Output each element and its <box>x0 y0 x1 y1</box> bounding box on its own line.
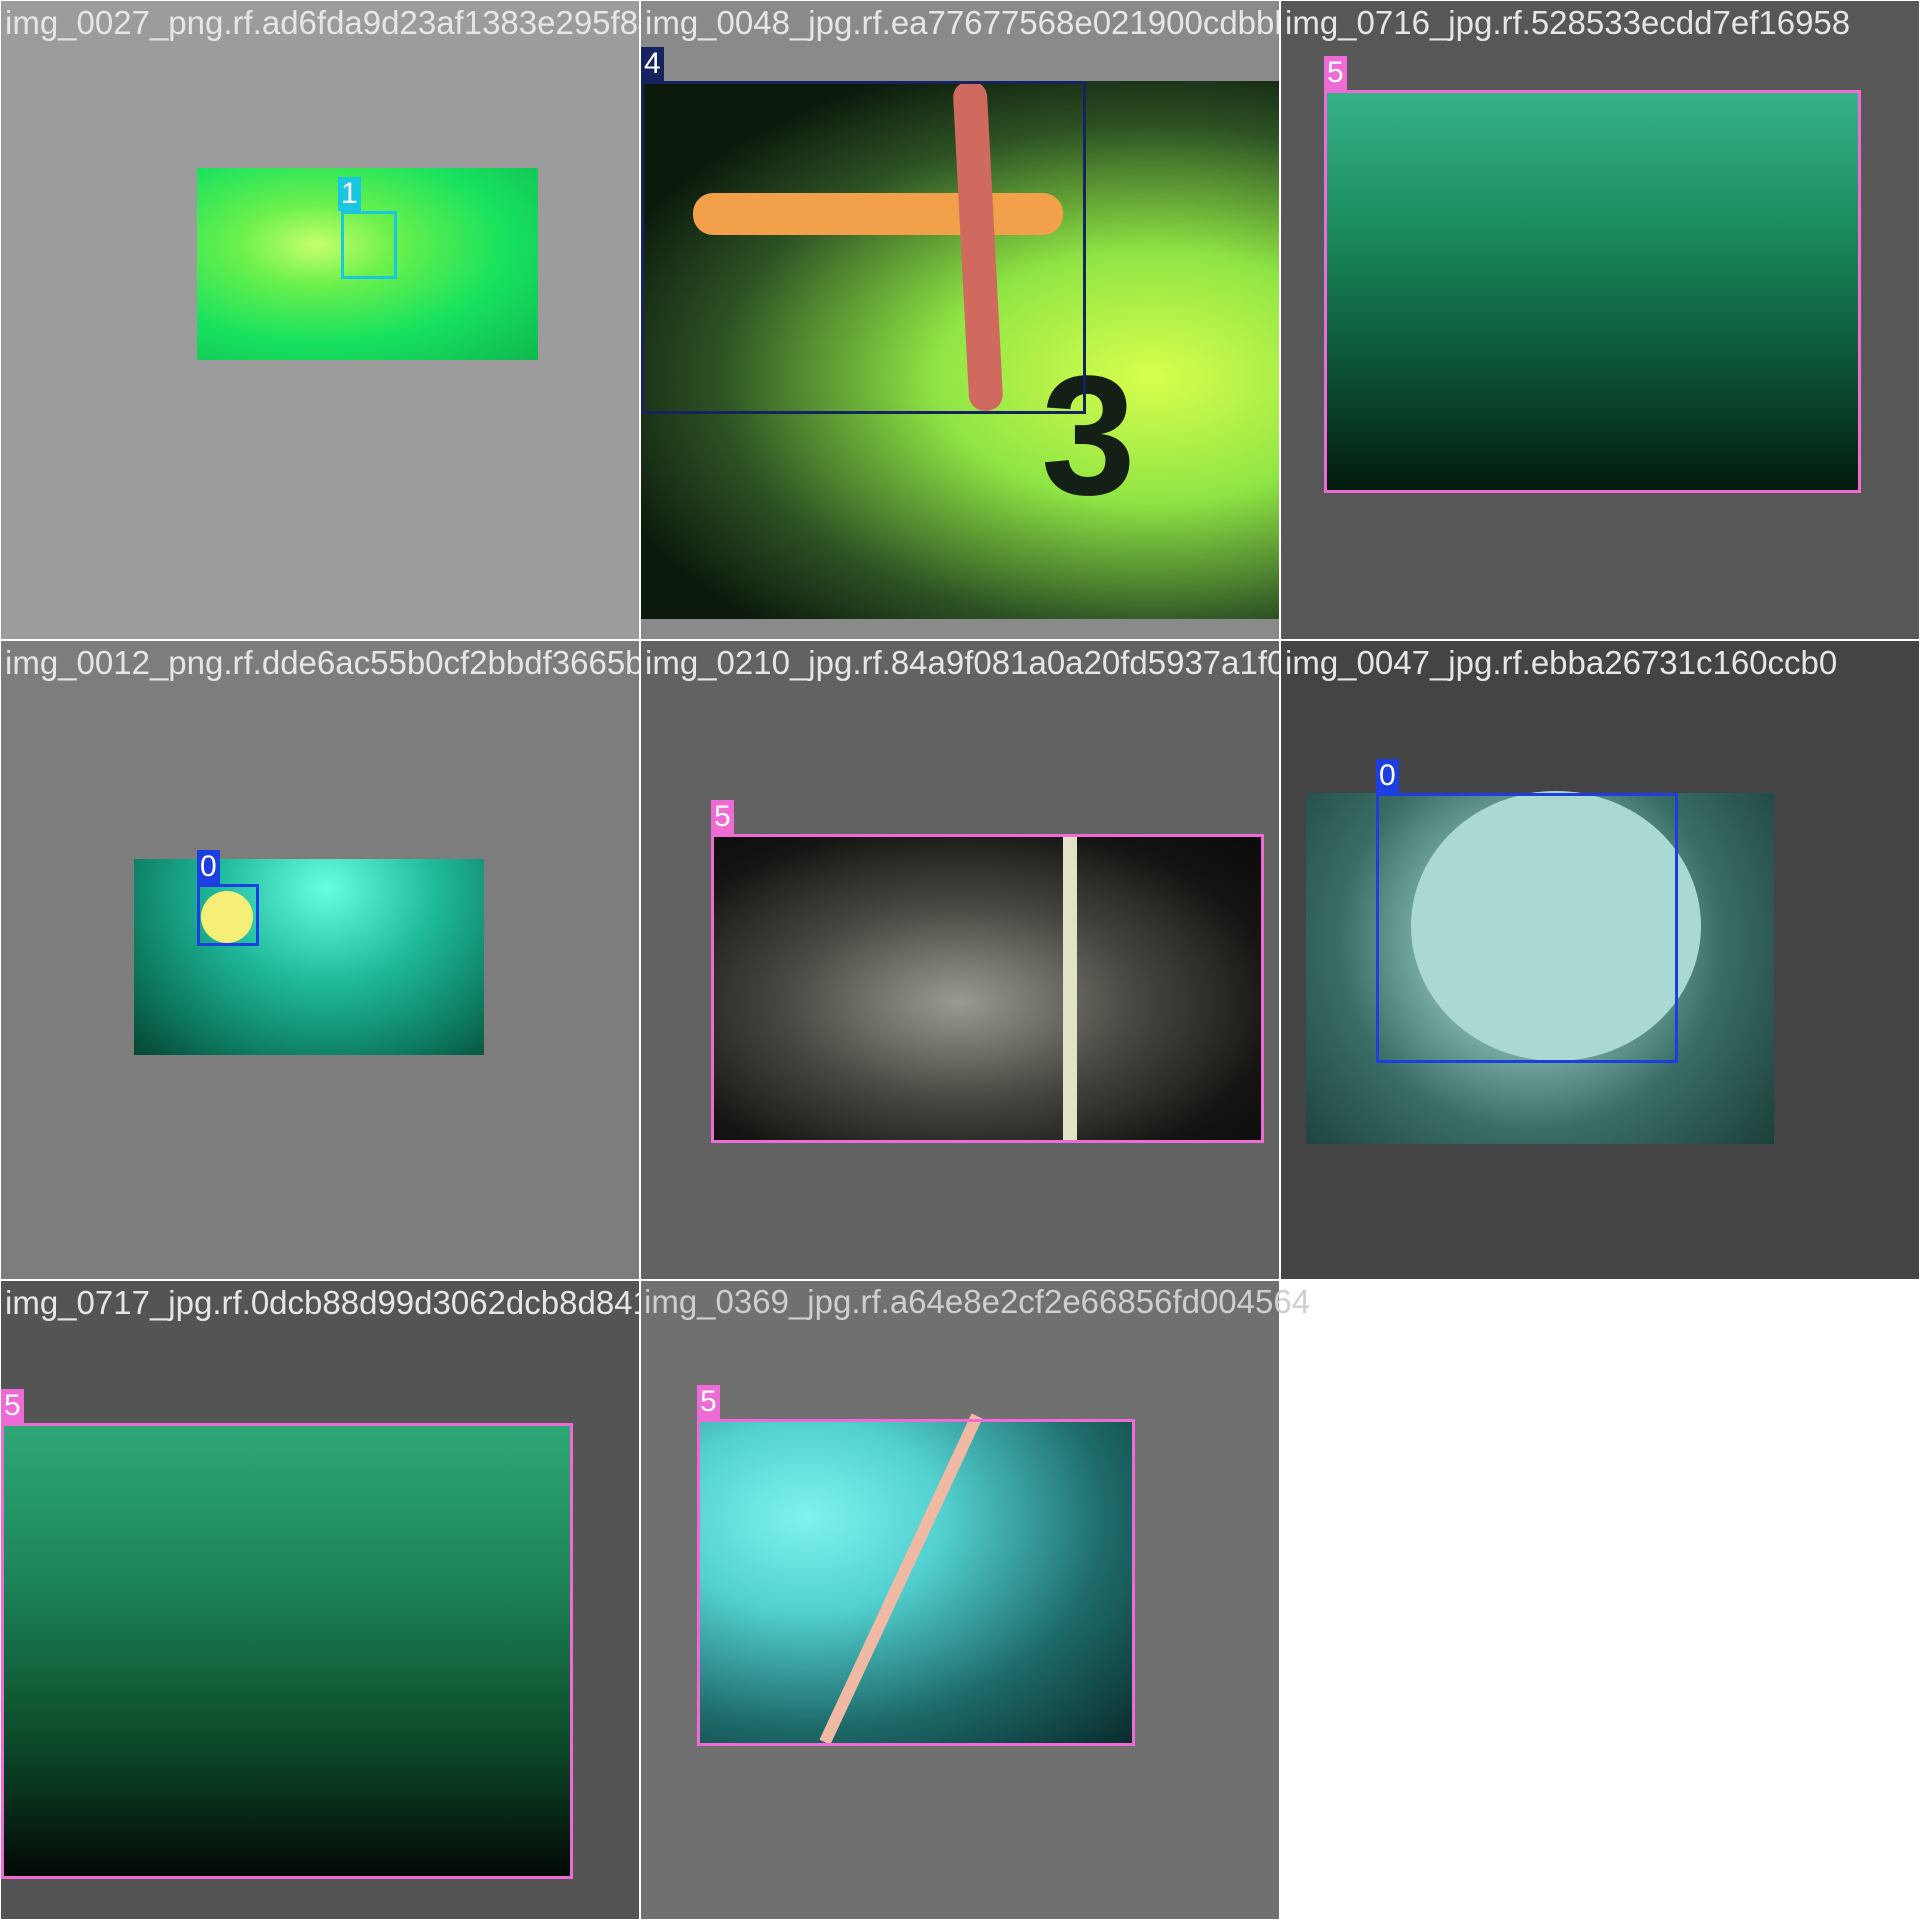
mosaic-tile-2: 3 4 img_0048_jpg.rf.ea77677568e021900cdb… <box>640 0 1280 640</box>
class-label: 5 <box>711 800 734 834</box>
sample-image <box>134 859 484 1055</box>
bounding-box <box>1324 90 1861 493</box>
bounding-box <box>197 884 259 946</box>
bounding-box <box>341 211 397 279</box>
image-filename: img_0369_jpg.rf.a64e8e2cf2e66856fd004564 <box>644 1283 1311 1320</box>
class-label: 5 <box>1 1389 24 1423</box>
mosaic-tile-7: 5 img_0717_jpg.rf.0dcb88d99d3062dcb8d841… <box>0 1280 640 1920</box>
class-label: 0 <box>197 850 220 884</box>
mosaic-tile-8: 5 <box>640 1280 1280 1920</box>
bounding-box <box>1376 793 1678 1063</box>
bounding-box <box>641 81 1086 414</box>
bounding-box <box>1 1423 573 1879</box>
mosaic-tile-4: 0 img_0012_png.rf.dde6ac55b0cf2bbdf3665b… <box>0 640 640 1280</box>
image-filename: img_0048_jpg.rf.ea77677568e021900cdbbb67… <box>645 4 1280 41</box>
class-label: 4 <box>641 47 664 81</box>
bounding-box <box>697 1419 1135 1746</box>
mosaic-tile-1: 1 img_0027_png.rf.ad6fda9d23af1383e295f8… <box>0 0 640 640</box>
bounding-box <box>711 834 1264 1143</box>
image-filename: img_0210_jpg.rf.84a9f081a0a20fd5937a1f06 <box>645 644 1280 681</box>
mosaic-tile-3: 5 img_0716_jpg.rf.528533ecdd7ef16958 <box>1280 0 1920 640</box>
image-filename: img_0717_jpg.rf.0dcb88d99d3062dcb8d8410 <box>5 1284 640 1321</box>
image-filename: img_0047_jpg.rf.ebba26731c160ccb0 <box>1285 644 1838 681</box>
class-label: 1 <box>338 177 361 211</box>
class-label: 5 <box>697 1385 720 1419</box>
class-label: 0 <box>1376 759 1399 793</box>
class-label: 5 <box>1324 56 1347 90</box>
mosaic-tile-6: 0 img_0047_jpg.rf.ebba26731c160ccb0 <box>1280 640 1920 1280</box>
image-filename: img_0716_jpg.rf.528533ecdd7ef16958 <box>1285 4 1851 41</box>
mosaic-tile-5: 5 img_0210_jpg.rf.84a9f081a0a20fd5937a1f… <box>640 640 1280 1280</box>
image-filename: img_0012_png.rf.dde6ac55b0cf2bbdf3665b02 <box>5 644 640 681</box>
image-filename: img_0027_png.rf.ad6fda9d23af1383e295f848 <box>5 4 640 41</box>
